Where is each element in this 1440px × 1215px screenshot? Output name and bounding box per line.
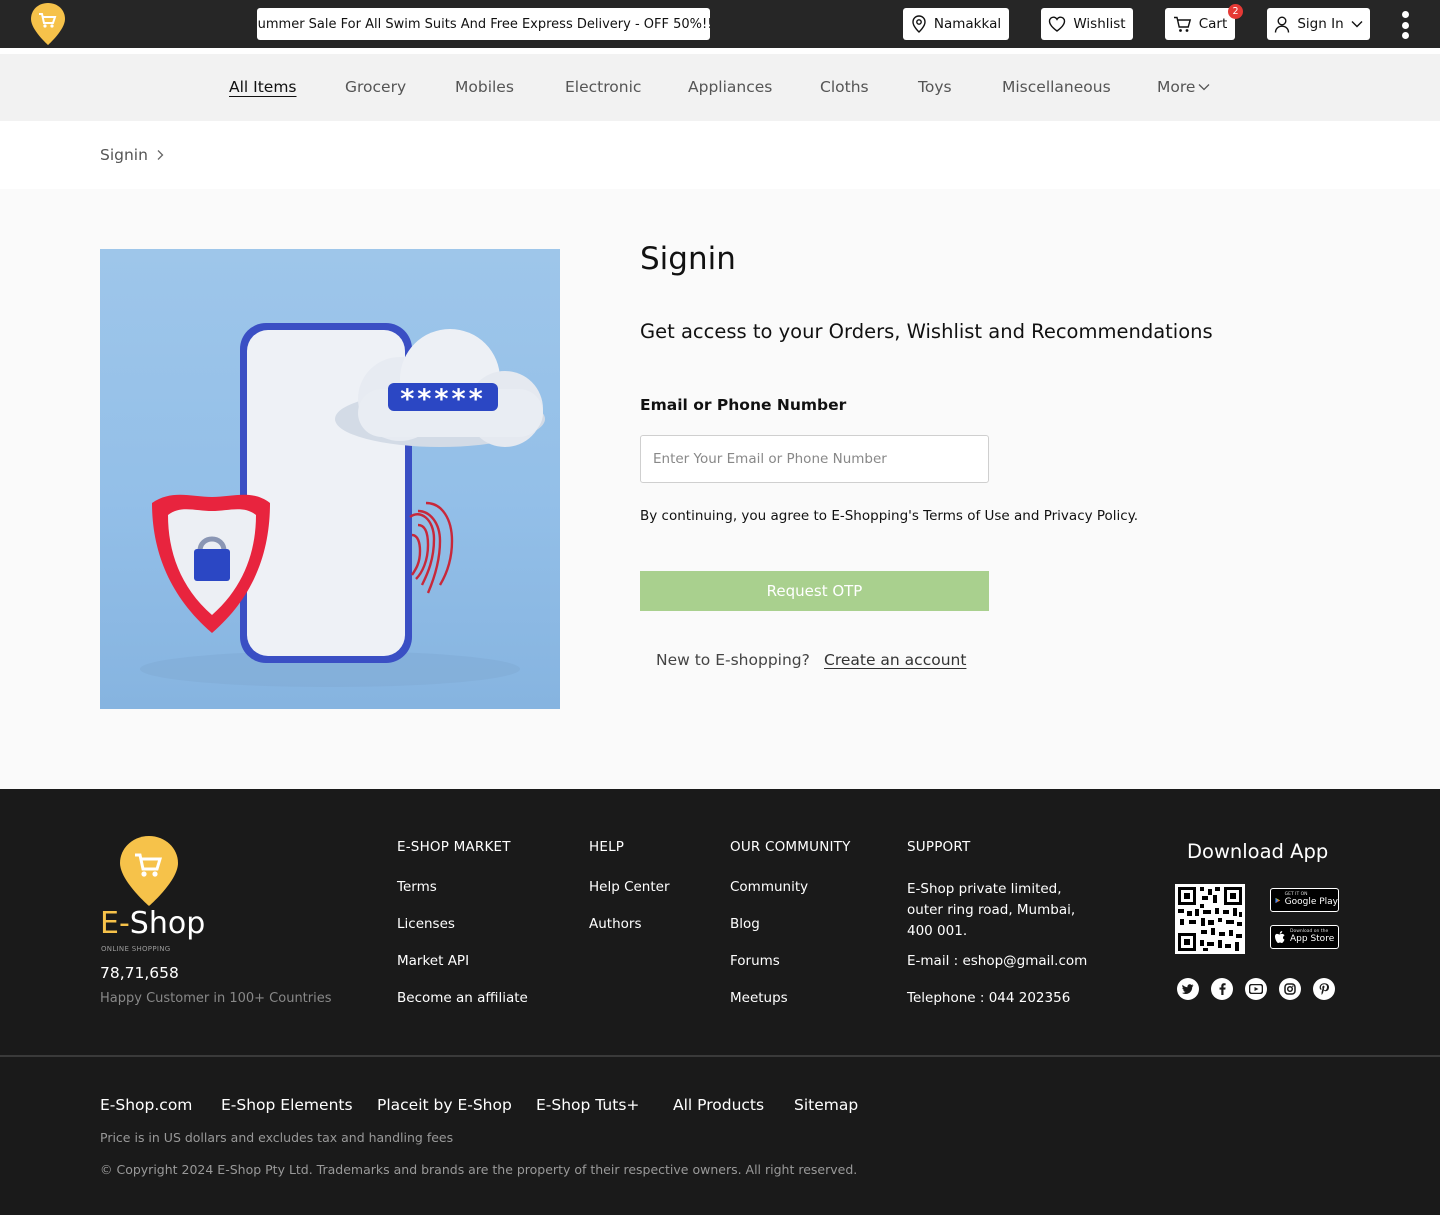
footer-tagline: ONLINE SHOPPING (101, 945, 171, 953)
footer: E-Shop ONLINE SHOPPING 78,71,658 Happy C… (0, 789, 1440, 1215)
nav-item-mobiles[interactable]: Mobiles (455, 78, 514, 96)
email-field-label: Email or Phone Number (640, 396, 847, 414)
cart-button[interactable]: Cart 2 (1165, 4, 1243, 40)
footer-col-support: SUPPORT E-Shop private limited, outer ri… (907, 839, 1087, 1006)
support-email[interactable]: E-mail : eshop@gmail.com (907, 953, 1087, 969)
signin-subtitle: Get access to your Orders, Wishlist and … (640, 320, 1213, 343)
footer-bottom-link-all-products[interactable]: All Products (673, 1096, 764, 1114)
apple-icon (1275, 930, 1285, 943)
breadcrumb-current[interactable]: Signin (100, 146, 148, 164)
signin-label: Sign In (1297, 16, 1344, 32)
chevron-right-icon (157, 150, 164, 160)
footer-link-community[interactable]: Community (730, 879, 808, 895)
category-nav: All Items Grocery Mobiles Electronic App… (0, 54, 1440, 121)
cart-pin-icon[interactable] (119, 835, 179, 907)
footer-link-affiliate[interactable]: Become an affiliate (397, 990, 528, 1006)
footer-col-help: HELP Help Center Authors (589, 839, 670, 932)
nav-item-all-items[interactable]: All Items (229, 78, 297, 96)
app-store-button[interactable]: Download on the App Store (1270, 925, 1339, 949)
cart-pin-icon[interactable] (29, 2, 67, 46)
instagram-icon[interactable] (1279, 978, 1301, 1000)
footer-link-market-api[interactable]: Market API (397, 953, 469, 969)
user-icon (1275, 16, 1290, 33)
footer-brand-prefix: E- (100, 906, 130, 941)
password-mask-text: ***** (400, 384, 486, 415)
nav-item-toys[interactable]: Toys (918, 78, 952, 96)
footer-brand: E-Shop (100, 906, 205, 941)
request-otp-button[interactable]: Request OTP (640, 571, 989, 611)
terms-text: By continuing, you agree to E-Shopping's… (640, 508, 1139, 524)
main-content: ***** Signin Get access to your Orders, … (0, 189, 1440, 789)
nav-item-cloths[interactable]: Cloths (820, 78, 869, 96)
support-address: E-Shop private limited, outer ring road,… (907, 881, 1076, 939)
nav-item-electronic[interactable]: Electronic (565, 78, 641, 96)
footer-link-authors[interactable]: Authors (589, 916, 641, 932)
app-store-label: App Store (1290, 933, 1335, 944)
email-field[interactable] (640, 435, 989, 483)
footer-col-community: OUR COMMUNITY Community Blog Forums Meet… (730, 839, 851, 1006)
facebook-icon[interactable] (1211, 978, 1233, 1000)
footer-col-title: HELP (589, 839, 625, 855)
heart-icon (1049, 16, 1066, 32)
qr-code-icon (1175, 884, 1245, 954)
nav-item-miscellaneous[interactable]: Miscellaneous (1002, 78, 1111, 96)
google-play-button[interactable]: GET IT ON Google Play (1270, 888, 1339, 912)
customer-text: Happy Customer in 100+ Countries (100, 991, 332, 1006)
twitter-icon[interactable] (1177, 978, 1199, 1000)
breadcrumb: Signin (100, 146, 164, 164)
footer-link-terms[interactable]: Terms (397, 879, 437, 895)
kebab-menu-icon[interactable] (1398, 11, 1412, 39)
location-pin-icon (912, 15, 926, 33)
nav-item-appliances[interactable]: Appliances (688, 78, 772, 96)
support-phone[interactable]: Telephone : 044 202356 (907, 990, 1070, 1006)
footer-col-title: OUR COMMUNITY (730, 839, 851, 855)
copyright: © Copyright 2024 E-Shop Pty Ltd. Tradema… (100, 1162, 858, 1177)
google-play-label: Google Play (1284, 896, 1338, 907)
pinterest-icon[interactable] (1313, 978, 1335, 1000)
footer-col-title: SUPPORT (907, 839, 971, 855)
download-app-title: Download App (1187, 840, 1329, 863)
footer-bottom-link-tuts[interactable]: E-Shop Tuts+ (536, 1096, 639, 1114)
footer-link-forums[interactable]: Forums (730, 953, 780, 969)
signin-button[interactable]: Sign In (1267, 8, 1370, 40)
youtube-icon[interactable] (1245, 978, 1267, 1000)
footer-link-help-center[interactable]: Help Center (589, 879, 670, 895)
footer-link-meetups[interactable]: Meetups (730, 990, 788, 1006)
wishlist-label: Wishlist (1073, 16, 1126, 32)
new-user-text: New to E-shopping? (656, 651, 810, 669)
price-note: Price is in US dollars and excludes tax … (100, 1130, 454, 1145)
footer-col-market: E-SHOP MARKET Terms Licenses Market API … (397, 839, 528, 1006)
nav-item-grocery[interactable]: Grocery (345, 78, 406, 96)
cart-icon (1173, 16, 1191, 32)
chevron-down-icon (1351, 21, 1363, 28)
footer-bottom-link-elements[interactable]: E-Shop Elements (221, 1096, 353, 1114)
nav-item-more[interactable]: More (1157, 78, 1210, 96)
footer-link-licenses[interactable]: Licenses (397, 916, 455, 932)
customer-count: 78,71,658 (100, 964, 179, 982)
cart-label: Cart (1198, 16, 1228, 32)
create-account-link[interactable]: Create an account (824, 651, 966, 669)
wishlist-button[interactable]: Wishlist (1041, 8, 1133, 40)
cart-count-badge: 2 (1228, 4, 1243, 19)
top-bar: Summer Sale For All Swim Suits And Free … (0, 0, 1440, 48)
footer-divider (0, 1055, 1440, 1057)
footer-link-blog[interactable]: Blog (730, 916, 760, 932)
footer-bottom-link-placeit[interactable]: Placeit by E-Shop (377, 1096, 512, 1114)
footer-col-title: E-SHOP MARKET (397, 839, 511, 855)
location-label: Namakkal (933, 16, 1002, 32)
chevron-down-icon (1198, 84, 1210, 91)
nav-more-label: More (1157, 78, 1196, 96)
promo-banner[interactable]: Summer Sale For All Swim Suits And Free … (257, 8, 710, 40)
signin-title: Signin (640, 241, 736, 277)
footer-brand-name: Shop (129, 906, 206, 941)
security-illustration: ***** (100, 249, 560, 709)
footer-bottom-link-sitemap[interactable]: Sitemap (794, 1096, 858, 1114)
google-play-icon (1275, 897, 1281, 903)
footer-bottom-link-eshop[interactable]: E-Shop.com (100, 1096, 192, 1114)
location-button[interactable]: Namakkal (903, 8, 1009, 40)
